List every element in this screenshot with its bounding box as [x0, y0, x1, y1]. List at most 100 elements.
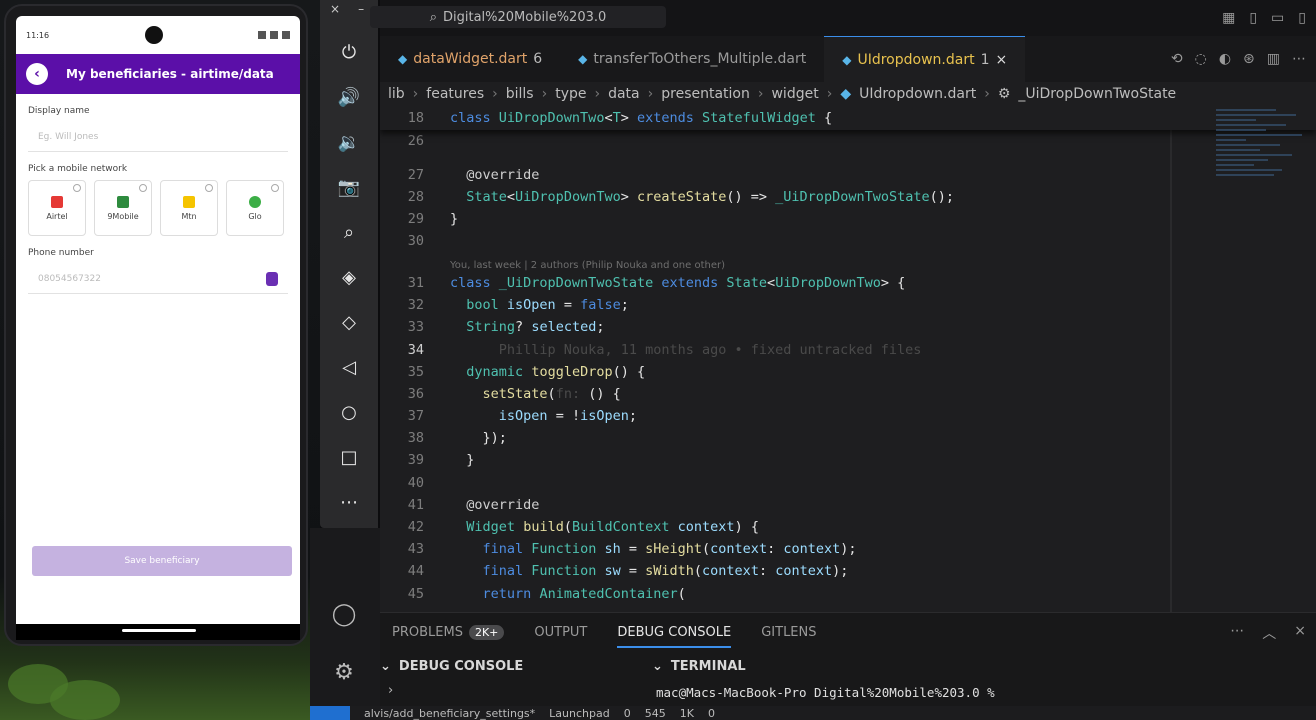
- minimap[interactable]: [1216, 106, 1306, 236]
- more-icon[interactable]: ⋯: [329, 480, 369, 525]
- network-option-9mobile[interactable]: 9Mobile: [94, 180, 152, 236]
- settings-gear-icon[interactable]: ⚙: [324, 652, 364, 692]
- breadcrumb-separator-icon: ›: [541, 86, 548, 102]
- tab-transfer-to-others[interactable]: ◆ transferToOthers_Multiple.dart: [560, 36, 824, 82]
- maximize-panel-icon[interactable]: ︿: [1262, 623, 1276, 643]
- home-icon[interactable]: ○: [329, 390, 369, 435]
- tab-datawidget[interactable]: ◆ dataWidget.dart 6: [380, 36, 560, 82]
- git-branch[interactable]: alvis/add_beneficiary_settings*: [364, 707, 535, 720]
- network-option-airtel[interactable]: Airtel: [28, 180, 86, 236]
- signal-icon: [270, 31, 278, 39]
- chevron-down-icon: ⌄: [380, 658, 391, 674]
- breadcrumb-item[interactable]: type: [555, 86, 586, 102]
- remote-indicator-icon[interactable]: [310, 706, 350, 720]
- compare-icon[interactable]: ◐: [1219, 51, 1231, 67]
- terminal-section-header[interactable]: ⌄ TERMINAL: [652, 653, 746, 679]
- tab-label: dataWidget.dart: [413, 51, 528, 67]
- network-name: Airtel: [46, 211, 68, 221]
- display-name-placeholder: Eg. Will Jones: [38, 131, 99, 142]
- section-title: TERMINAL: [670, 658, 746, 674]
- breadcrumb-item[interactable]: widget: [771, 86, 818, 102]
- back-arrow-icon[interactable]: ‹: [26, 63, 48, 85]
- breadcrumb-item[interactable]: data: [608, 86, 640, 102]
- code-line: 31 class _UiDropDownTwoState extends Stat…: [407, 275, 906, 291]
- debug-console-input[interactable]: ›: [380, 683, 646, 707]
- breadcrumb-item[interactable]: _UiDropDownTwoState: [1018, 86, 1176, 102]
- radio-icon: [271, 184, 279, 192]
- code-line: 30: [407, 233, 424, 249]
- tab-output[interactable]: OUTPUT: [534, 625, 587, 640]
- close-tab-icon[interactable]: ×: [996, 52, 1008, 68]
- camera-icon[interactable]: 📷: [329, 165, 369, 210]
- tab-gitlens[interactable]: GITLENS: [761, 625, 816, 640]
- breadcrumb-item[interactable]: UIdropdown.dart: [859, 86, 976, 102]
- display-name-input[interactable]: Eg. Will Jones: [28, 122, 288, 152]
- contacts-icon[interactable]: [266, 271, 278, 286]
- code-line: 34 Phillip Nouka, 11 months ago • fixed …: [407, 342, 922, 358]
- display-name-label: Display name: [28, 106, 90, 116]
- toggle-panel-icon[interactable]: ▭: [1271, 10, 1284, 26]
- warning-count[interactable]: 545: [645, 707, 666, 720]
- breadcrumb-separator-icon: ›: [984, 86, 990, 102]
- code-editor[interactable]: 26 27 @override 28 State<UiDropDownTwo> …: [380, 106, 1316, 612]
- code-line: 37 isOpen = !isOpen;: [407, 408, 637, 424]
- zoom-icon[interactable]: ⌕: [329, 210, 369, 255]
- volume-down-icon[interactable]: 🔉: [329, 120, 369, 165]
- launchpad[interactable]: Launchpad: [549, 707, 610, 720]
- command-center-search[interactable]: ⌕ Digital%20Mobile%203.0: [370, 6, 666, 28]
- close-panel-icon[interactable]: ×: [1294, 623, 1306, 643]
- split-editor-icon[interactable]: ▥: [1267, 51, 1280, 67]
- breadcrumb-item[interactable]: bills: [506, 86, 534, 102]
- code-line: 43 final Function sh = sHeight(context: …: [407, 541, 857, 557]
- breadcrumb-item[interactable]: lib: [388, 86, 405, 102]
- git-blame-annotation[interactable]: You, last week | 2 authors (Philip Nouka…: [450, 254, 725, 276]
- breadcrumb-item[interactable]: presentation: [661, 86, 750, 102]
- dart-file-icon: ◆: [578, 52, 588, 66]
- terminal-output[interactable]: mac@Macs-MacBook-Pro Digital%20Mobile%20…: [656, 685, 1306, 707]
- more-icon[interactable]: ⋯: [1230, 623, 1244, 643]
- panel-tabs: PROBLEMS 2K+ OUTPUT DEBUG CONSOLE GITLENS…: [380, 613, 1316, 651]
- layout-icon[interactable]: ▦: [1222, 10, 1235, 26]
- power-icon[interactable]: ⏻: [329, 30, 369, 75]
- go-back-icon[interactable]: ⟲: [1171, 51, 1183, 67]
- mtn-logo-icon: [183, 195, 195, 208]
- network-option-glo[interactable]: Glo: [226, 180, 284, 236]
- ports-count[interactable]: 0: [708, 707, 715, 720]
- overview-icon[interactable]: □: [329, 435, 369, 480]
- home-gesture-pill[interactable]: [122, 629, 196, 632]
- debug-console-section-header[interactable]: ⌄ DEBUG CONSOLE: [380, 653, 523, 679]
- back-icon[interactable]: ◁: [329, 345, 369, 390]
- emulator-phone: 11:16 ‹ My beneficiaries - airtime/data …: [4, 4, 308, 646]
- account-icon[interactable]: ◯: [324, 594, 364, 634]
- dart-file-icon: ◆: [842, 52, 852, 67]
- more-actions-icon[interactable]: ⋯: [1292, 51, 1306, 67]
- chevron-down-icon: ⌄: [652, 658, 663, 674]
- code-line: 38 });: [407, 430, 507, 446]
- sticky-scroll-header[interactable]: 18 class UiDropDownTwo<T> extends Statefu…: [380, 106, 1316, 130]
- code-line: 32 bool isOpen = false;: [407, 297, 629, 313]
- search-icon: ⌕: [429, 9, 437, 25]
- rotate-right-icon[interactable]: ◇: [329, 300, 369, 345]
- phone-nav-bar: [16, 624, 300, 640]
- toggle-secondary-icon[interactable]: ▯: [1298, 10, 1306, 26]
- battery-icon: [282, 31, 290, 39]
- network-option-mtn[interactable]: Mtn: [160, 180, 218, 236]
- minimize-icon[interactable]: –: [358, 2, 364, 16]
- save-beneficiary-button[interactable]: Save beneficiary: [32, 546, 292, 576]
- tab-label: UIdropdown.dart: [857, 51, 975, 68]
- phone-number-input[interactable]: 08054567322: [28, 264, 288, 294]
- tab-uidropdown[interactable]: ◆ UIdropdown.dart 1 ×: [824, 36, 1026, 82]
- toggle-sidebar-icon[interactable]: ▯: [1249, 10, 1257, 26]
- history-icon[interactable]: ◌: [1195, 51, 1207, 67]
- gitlens-icon[interactable]: ⊛: [1243, 51, 1255, 67]
- info-count[interactable]: 1K: [680, 707, 694, 720]
- tab-debug-console[interactable]: DEBUG CONSOLE: [617, 625, 732, 648]
- rotate-left-icon[interactable]: ◈: [329, 255, 369, 300]
- close-icon[interactable]: ×: [330, 2, 340, 16]
- volume-up-icon[interactable]: 🔊: [329, 75, 369, 120]
- code-line: 29}: [407, 211, 459, 227]
- tab-problems[interactable]: PROBLEMS 2K+: [392, 624, 505, 640]
- breadcrumb-separator-icon: ›: [594, 86, 601, 102]
- error-count[interactable]: 0: [624, 707, 631, 720]
- breadcrumb-item[interactable]: features: [426, 86, 484, 102]
